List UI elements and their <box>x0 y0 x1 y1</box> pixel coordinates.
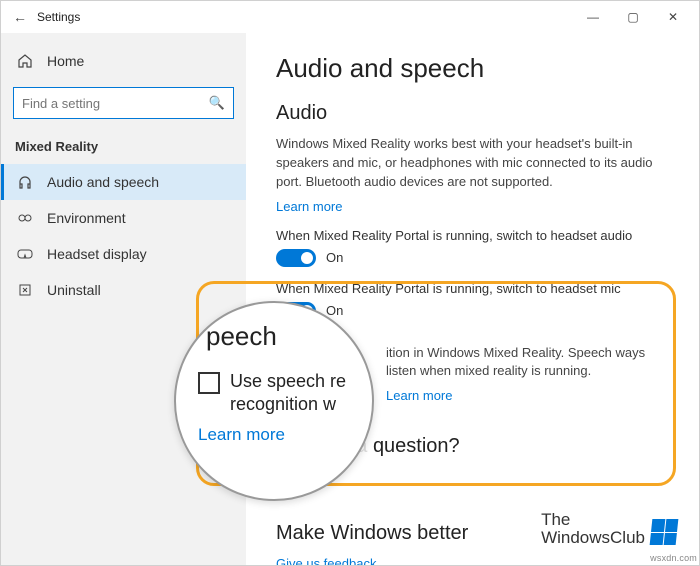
sidebar-item-label: Uninstall <box>47 282 101 298</box>
close-button[interactable]: ✕ <box>653 10 693 24</box>
page-title: Audio and speech <box>276 53 669 84</box>
source-tag: wsxdn.com <box>650 553 697 563</box>
maximize-button[interactable]: ▢ <box>613 10 653 24</box>
back-icon[interactable]: ← <box>13 9 27 25</box>
windows-icon <box>650 519 679 545</box>
toggle2-state: On <box>326 303 343 318</box>
headphones-icon <box>15 174 35 190</box>
window-title: Settings <box>37 10 80 24</box>
minimize-button[interactable]: — <box>573 10 613 24</box>
sidebar: Home 🔍 Mixed Reality Audio and speech En… <box>1 33 246 565</box>
magnifier-overlay: peech Use speech re recognition w Learn … <box>174 301 374 501</box>
sidebar-item-uninstall[interactable]: Uninstall <box>1 272 246 308</box>
toggle-headset-audio[interactable] <box>276 249 316 267</box>
search-input[interactable]: 🔍 <box>13 87 234 119</box>
toggle1-state: On <box>326 250 343 265</box>
windowsclub-logo: The WindowsClub <box>541 511 677 547</box>
magnifier-heading: peech <box>206 321 354 352</box>
sidebar-item-audio-speech[interactable]: Audio and speech <box>1 164 246 200</box>
home-icon <box>15 53 35 69</box>
audio-description: Windows Mixed Reality works best with yo… <box>276 135 656 192</box>
sidebar-home[interactable]: Home <box>1 45 246 77</box>
speech-learn-more-link[interactable]: Learn more <box>386 388 452 403</box>
search-icon: 🔍 <box>209 95 225 111</box>
feedback-link[interactable]: Give us feedback <box>276 556 376 565</box>
environment-icon <box>15 210 35 226</box>
toggle2-label: When Mixed Reality Portal is running, sw… <box>276 281 669 296</box>
toggle1-label: When Mixed Reality Portal is running, sw… <box>276 228 669 243</box>
sidebar-item-label: Audio and speech <box>47 174 159 190</box>
speech-recognition-label: Use speech re recognition w <box>230 370 354 417</box>
speech-description-tail: ition in Windows Mixed Reality. Speech w… <box>386 344 669 382</box>
sidebar-item-headset-display[interactable]: Headset display <box>1 236 246 272</box>
sidebar-item-label: Environment <box>47 210 126 226</box>
magnifier-learn-more-link[interactable]: Learn more <box>198 425 354 445</box>
audio-heading: Audio <box>276 102 669 125</box>
sidebar-category: Mixed Reality <box>1 133 246 164</box>
sidebar-item-label: Headset display <box>47 246 147 262</box>
sidebar-home-label: Home <box>47 53 84 69</box>
speech-recognition-checkbox[interactable] <box>198 372 220 394</box>
headset-icon <box>15 247 35 261</box>
audio-learn-more-link[interactable]: Learn more <box>276 199 342 214</box>
uninstall-icon <box>15 282 35 298</box>
search-field[interactable] <box>22 96 209 111</box>
sidebar-item-environment[interactable]: Environment <box>1 200 246 236</box>
